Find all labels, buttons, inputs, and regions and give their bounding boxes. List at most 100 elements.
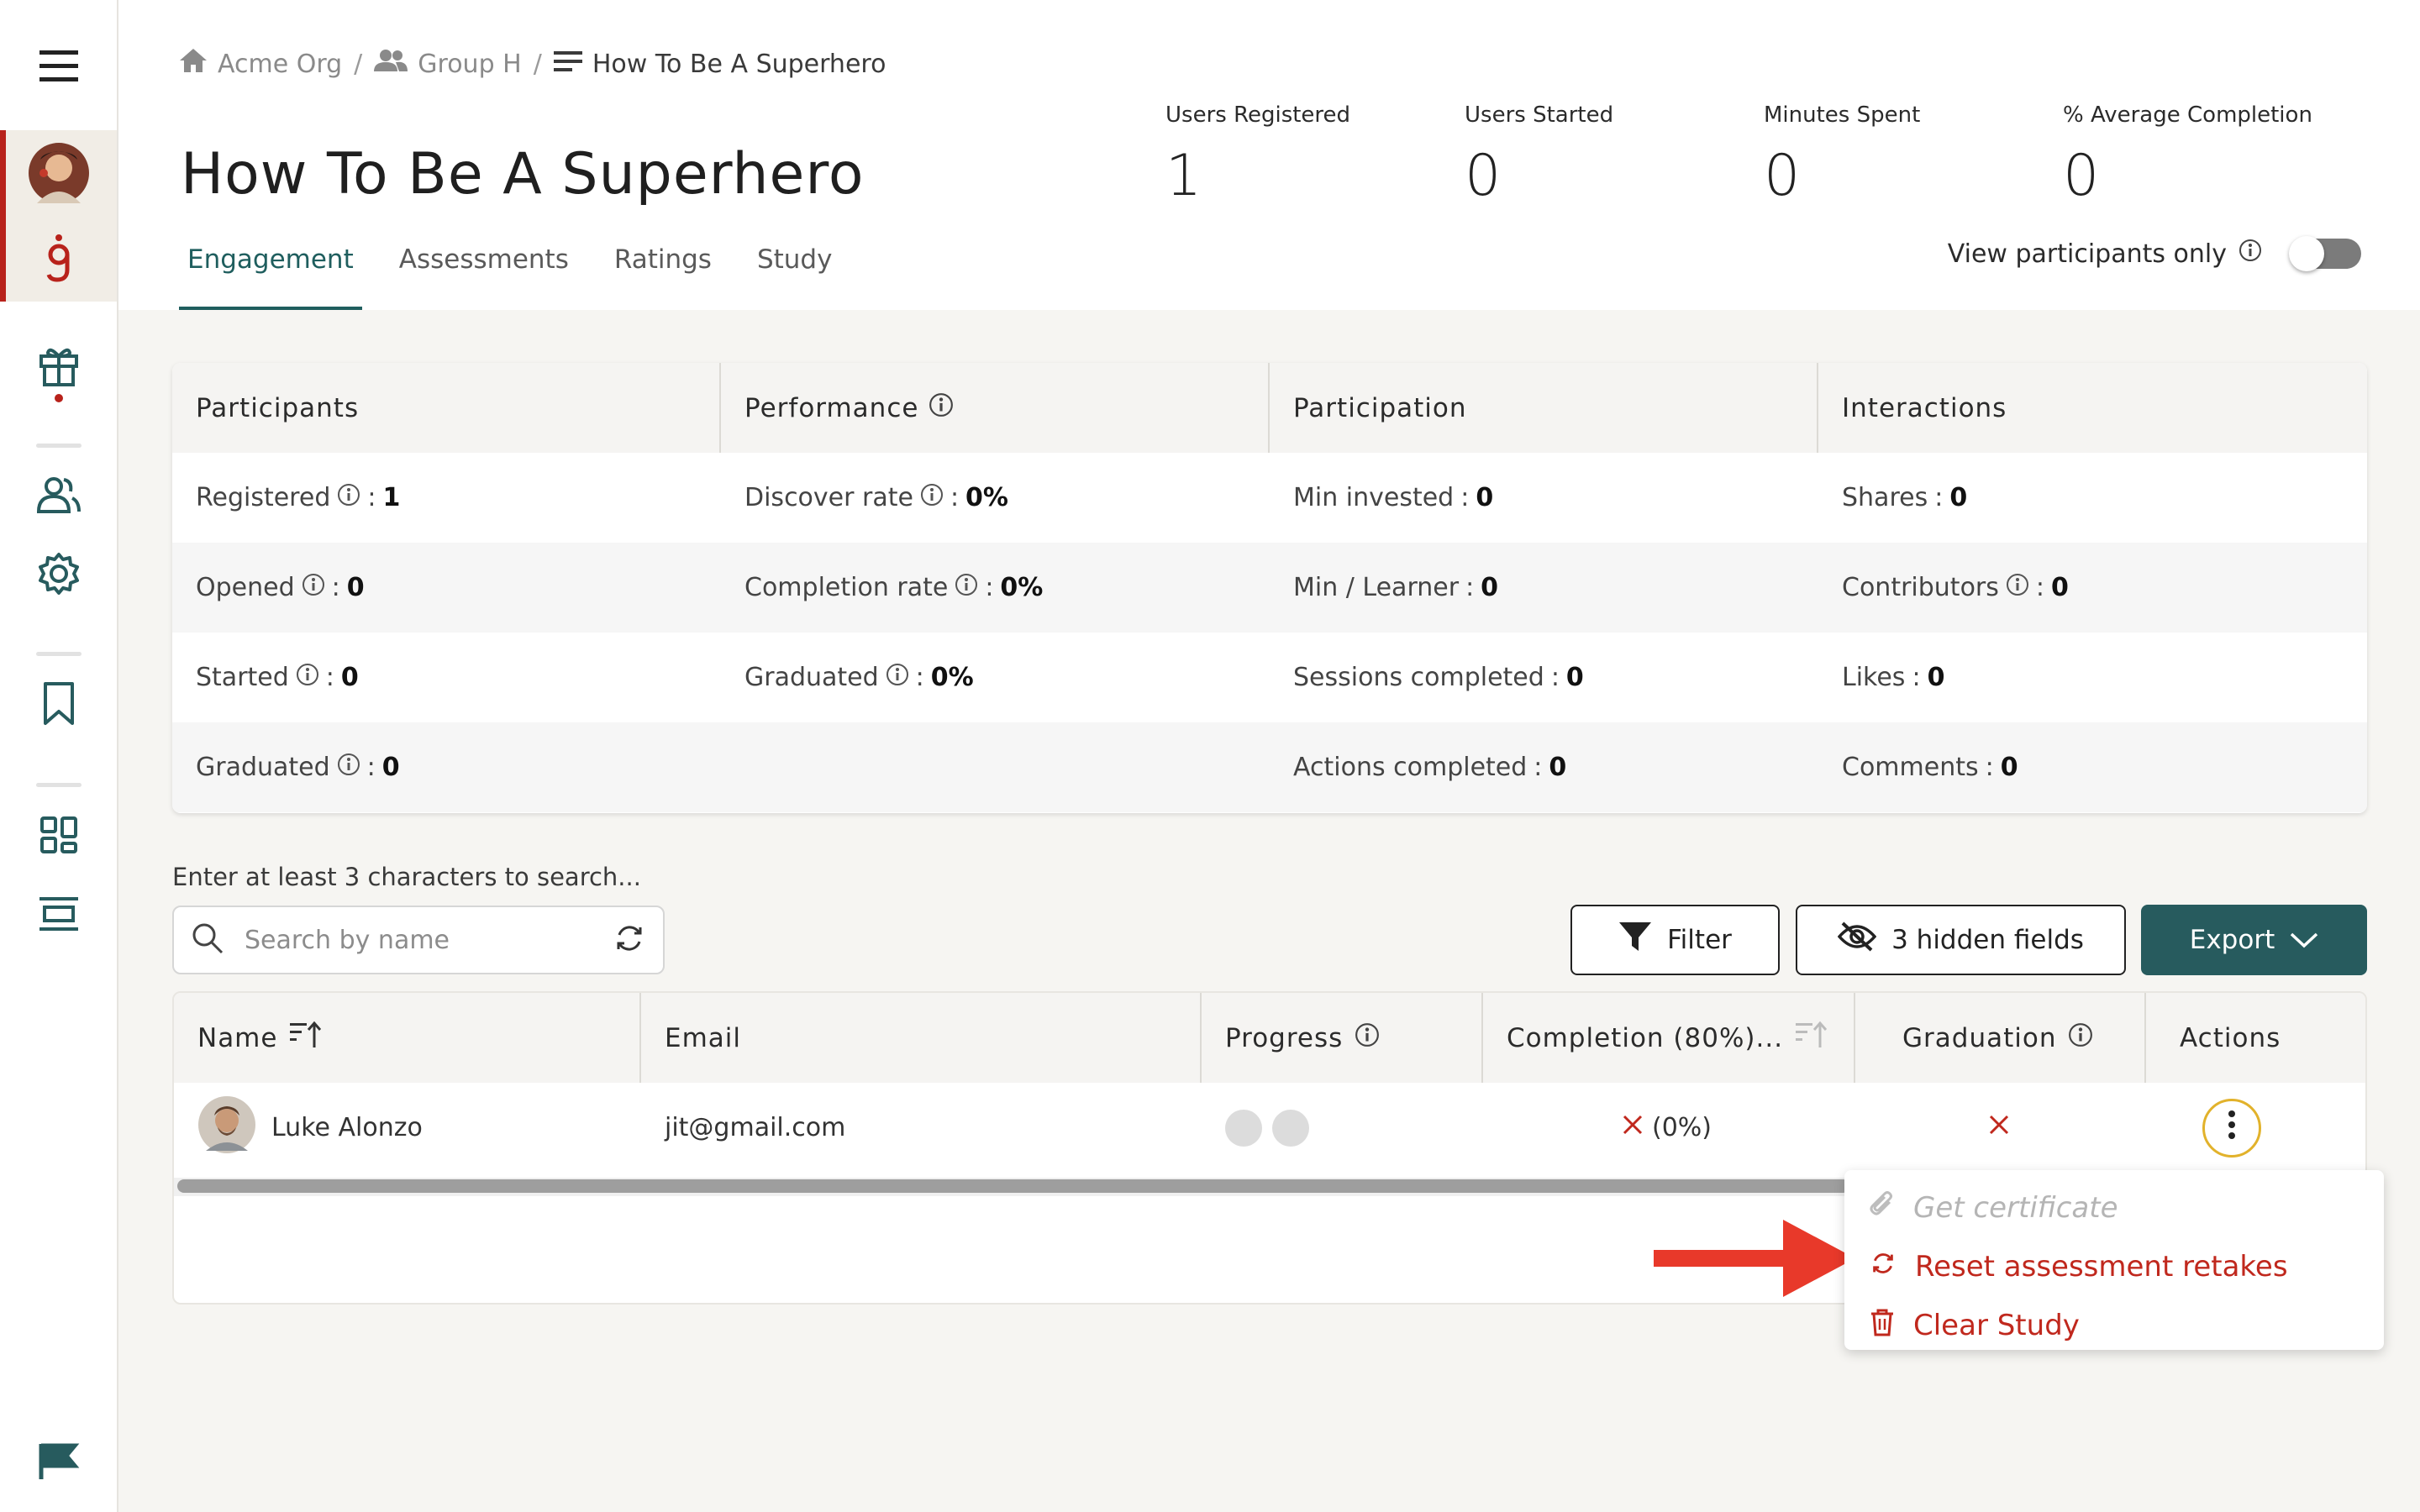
menu-item-get-certificate: Get certificate bbox=[1844, 1179, 2384, 1237]
dashboard-icon[interactable] bbox=[0, 810, 117, 860]
layout-icon[interactable] bbox=[0, 889, 117, 939]
summary-row: Discover rate :0% bbox=[721, 453, 1270, 543]
progress-step-dot bbox=[1272, 1109, 1309, 1147]
summary-row: Graduated :0% bbox=[721, 633, 1270, 722]
stat-label: Minutes Spent bbox=[1764, 102, 1921, 128]
breadcrumb-item[interactable]: Acme Org bbox=[179, 48, 342, 80]
x-icon bbox=[1622, 1113, 1644, 1142]
info-icon[interactable] bbox=[2006, 573, 2029, 603]
summary-row: Likes:0 bbox=[1818, 633, 2367, 722]
settings-icon[interactable] bbox=[0, 548, 117, 600]
filter-button[interactable]: Filter bbox=[1570, 905, 1780, 975]
cell-email: jit@gmail.com bbox=[665, 1113, 846, 1142]
table-row[interactable]: Luke Alonzo jit@gmail.com (0%) bbox=[174, 1083, 2365, 1173]
summary-row: Contributors :0 bbox=[1818, 543, 2367, 633]
refresh-icon[interactable] bbox=[613, 921, 646, 958]
avatar[interactable] bbox=[197, 1095, 256, 1161]
stat-value: 0 bbox=[1764, 143, 1801, 209]
summary-label: Shares bbox=[1842, 483, 1928, 512]
stat-users-registered: Users Registered 1 bbox=[1165, 102, 1350, 209]
menu-icon[interactable] bbox=[0, 34, 117, 97]
list-icon bbox=[553, 50, 582, 79]
scrollbar-thumb[interactable] bbox=[177, 1179, 1849, 1193]
info-icon[interactable] bbox=[920, 483, 944, 513]
summary-row: Sessions completed:0 bbox=[1270, 633, 1818, 722]
tab-assessments[interactable]: Assessments bbox=[391, 242, 577, 310]
colon: : bbox=[1550, 663, 1560, 692]
colon: : bbox=[1465, 573, 1475, 602]
hidden-fields-button[interactable]: 3 hidden fields bbox=[1796, 905, 2126, 975]
summary-column-interactions: Interactions Shares:0 Contributors :0 Li… bbox=[1818, 363, 2367, 813]
column-header-actions: Actions bbox=[2146, 993, 2365, 1083]
breadcrumb-item[interactable]: Group H bbox=[374, 49, 522, 79]
users-icon[interactable] bbox=[0, 472, 117, 519]
column-header-name[interactable]: Name bbox=[174, 993, 641, 1083]
participant-name: Luke Alonzo bbox=[271, 1113, 423, 1142]
page-title: How To Be A Superhero bbox=[181, 141, 865, 207]
info-icon[interactable] bbox=[296, 663, 319, 693]
search-input[interactable] bbox=[245, 925, 613, 955]
colon: : bbox=[950, 483, 960, 512]
column-header-label: Completion (80%)... bbox=[1507, 1022, 1784, 1053]
rail-divider bbox=[36, 444, 82, 448]
summary-column-title: Participation bbox=[1270, 363, 1818, 453]
stat-label: % Average Completion bbox=[2063, 102, 2312, 128]
tab-study[interactable]: Study bbox=[749, 242, 841, 310]
column-header-progress[interactable]: Progress bbox=[1202, 993, 1483, 1083]
info-icon[interactable] bbox=[886, 663, 909, 693]
bookmark-icon[interactable] bbox=[0, 677, 117, 731]
column-header-label: Progress bbox=[1225, 1022, 1344, 1053]
summary-label: Comments bbox=[1842, 753, 1979, 782]
summary-value: 0 bbox=[2000, 753, 2018, 782]
info-icon[interactable] bbox=[337, 753, 360, 783]
summary-title-text: Interactions bbox=[1842, 392, 2007, 423]
brand-g-icon[interactable] bbox=[0, 228, 117, 287]
stat-average-completion: % Average Completion 0 bbox=[2063, 102, 2312, 209]
cell-completion: (0%) bbox=[1622, 1083, 1712, 1173]
search-box[interactable] bbox=[172, 906, 665, 974]
summary-title-text: Participants bbox=[196, 392, 360, 423]
summary-row: Actions completed:0 bbox=[1270, 722, 1818, 812]
info-icon[interactable] bbox=[302, 573, 325, 603]
gift-icon[interactable] bbox=[0, 340, 117, 407]
summary-value: 0 bbox=[1481, 573, 1499, 602]
info-icon[interactable] bbox=[1355, 1022, 1380, 1054]
tab-ratings[interactable]: Ratings bbox=[606, 242, 720, 310]
colon: : bbox=[366, 753, 376, 782]
home-icon bbox=[179, 48, 208, 80]
column-header-graduation[interactable]: Graduation bbox=[1855, 993, 2146, 1083]
sort-icon[interactable] bbox=[1795, 1021, 1828, 1056]
breadcrumb-label: How To Be A Superhero bbox=[592, 49, 886, 79]
menu-item-label: Get certificate bbox=[1913, 1191, 2118, 1225]
summary-column-participants: Participants Registered :1 Opened :0 Sta… bbox=[172, 363, 721, 813]
view-participants-toggle[interactable] bbox=[2289, 236, 2361, 271]
info-icon[interactable] bbox=[337, 483, 360, 513]
info-icon[interactable] bbox=[2068, 1022, 2093, 1054]
summary-value: 0 bbox=[1927, 663, 1945, 692]
menu-item-clear-study[interactable]: Clear Study bbox=[1844, 1296, 2384, 1355]
search-icon bbox=[191, 921, 224, 958]
column-header-email[interactable]: Email bbox=[641, 993, 1202, 1083]
summary-value: 1 bbox=[382, 483, 401, 512]
flag-icon[interactable] bbox=[0, 1436, 117, 1487]
hidden-fields-label: 3 hidden fields bbox=[1891, 925, 2084, 955]
filter-icon bbox=[1618, 921, 1652, 959]
row-actions-button[interactable] bbox=[2202, 1098, 2261, 1158]
completion-value: (0%) bbox=[1652, 1113, 1712, 1142]
info-icon[interactable] bbox=[929, 392, 954, 424]
avatar[interactable] bbox=[0, 141, 117, 205]
summary-value: 0 bbox=[1565, 663, 1584, 692]
menu-item-reset-assessment-retakes[interactable]: Reset assessment retakes bbox=[1844, 1237, 2384, 1296]
summary-label: Started bbox=[196, 663, 289, 692]
info-icon[interactable] bbox=[955, 573, 978, 603]
left-rail bbox=[0, 0, 118, 1512]
sort-ascending-icon[interactable] bbox=[289, 1021, 323, 1056]
summary-row: Min / Learner:0 bbox=[1270, 543, 1818, 633]
column-header-completion[interactable]: Completion (80%)... bbox=[1483, 993, 1855, 1083]
cell-actions bbox=[2202, 1083, 2261, 1173]
info-icon[interactable] bbox=[2238, 239, 2262, 269]
summary-label: Contributors bbox=[1842, 573, 1999, 602]
column-header-label: Email bbox=[665, 1022, 742, 1053]
export-button[interactable]: Export bbox=[2141, 905, 2367, 975]
tab-engagement[interactable]: Engagement bbox=[179, 242, 362, 310]
